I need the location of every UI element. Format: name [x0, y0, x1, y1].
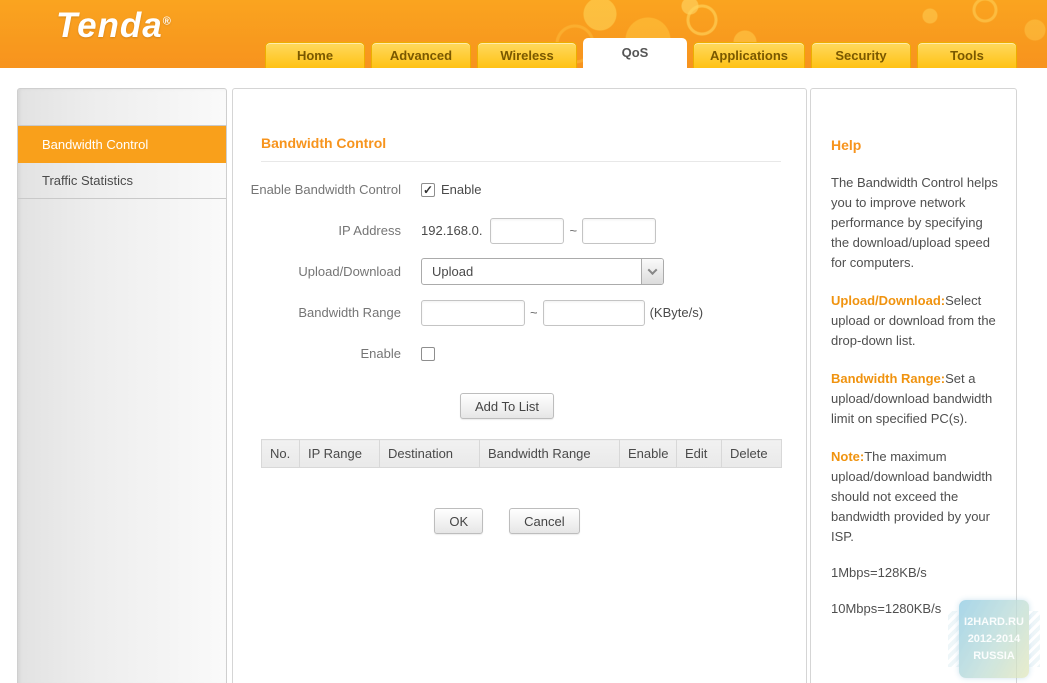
help-title: Help — [831, 135, 1000, 155]
rule-enable-label: Enable — [233, 346, 421, 361]
chevron-down-icon — [648, 265, 658, 275]
col-delete: Delete — [722, 440, 782, 468]
col-destination: Destination — [380, 440, 480, 468]
add-to-list-button[interactable]: Add To List — [460, 393, 554, 419]
ip-prefix-text: 192.168.0. — [421, 223, 482, 238]
tab-wireless[interactable]: Wireless — [477, 42, 577, 68]
add-to-list-row: Add To List — [233, 393, 781, 419]
help-upload-download-label: Upload/Download: — [831, 293, 945, 308]
chip-icon: I2HARD.RU 2012-2014 RUSSIA — [959, 600, 1029, 678]
help-panel: Help The Bandwidth Control helps you to … — [810, 88, 1017, 683]
main-panel: Bandwidth Control Enable Bandwidth Contr… — [232, 88, 807, 683]
rules-table: No. IP Range Destination Bandwidth Range… — [261, 439, 782, 468]
watermark-line-1: I2HARD.RU — [959, 614, 1029, 631]
bandwidth-range-row: Bandwidth Range ~ (KByte/s) — [233, 299, 806, 326]
col-enable: Enable — [620, 440, 677, 468]
bandwidth-range-tilde: ~ — [530, 305, 538, 320]
ip-address-row: IP Address 192.168.0. ~ — [233, 217, 806, 244]
help-bandwidth-range: Bandwidth Range:Set a upload/download ba… — [831, 369, 1000, 429]
ip-start-input[interactable] — [490, 218, 564, 244]
sidebar-spacer — [18, 89, 226, 126]
sidebar-item-traffic-statistics[interactable]: Traffic Statistics — [18, 163, 226, 199]
ip-end-input[interactable] — [582, 218, 656, 244]
title-divider — [261, 161, 781, 162]
watermark-line-3: RUSSIA — [959, 648, 1029, 665]
col-edit: Edit — [677, 440, 722, 468]
registered-mark-icon: ® — [163, 15, 172, 27]
header: Tenda® Home Advanced Wireless QoS Applic… — [0, 0, 1047, 68]
col-no: No. — [262, 440, 300, 468]
col-bandwidth-range: Bandwidth Range — [480, 440, 620, 468]
bandwidth-form: Enable Bandwidth Control ✓ Enable IP Add… — [233, 176, 806, 367]
tab-home[interactable]: Home — [265, 42, 365, 68]
nav-tabs: Home Advanced Wireless QoS Applications … — [265, 38, 1017, 68]
ok-button[interactable]: OK — [434, 508, 483, 534]
page-title: Bandwidth Control — [233, 89, 806, 151]
bandwidth-min-input[interactable] — [421, 300, 525, 326]
tenda-logo: Tenda® — [56, 6, 172, 46]
upload-download-label: Upload/Download — [233, 264, 421, 279]
tab-applications[interactable]: Applications — [693, 42, 805, 68]
enable-bandwidth-label: Enable Bandwidth Control — [233, 182, 421, 197]
router-admin-screen: Tenda® Home Advanced Wireless QoS Applic… — [0, 0, 1047, 683]
rule-enable-row: Enable — [233, 340, 806, 367]
rules-table-header-row: No. IP Range Destination Bandwidth Range… — [262, 440, 782, 468]
upload-download-selected-value: Upload — [422, 264, 473, 279]
tab-tools[interactable]: Tools — [917, 42, 1017, 68]
tab-security[interactable]: Security — [811, 42, 911, 68]
conversion-1mbps: 1Mbps=128KB/s — [831, 563, 1000, 583]
rule-enable-checkbox[interactable] — [421, 347, 435, 361]
help-bandwidth-range-label: Bandwidth Range: — [831, 371, 945, 386]
watermark-line-2: 2012-2014 — [959, 631, 1029, 648]
chip-pins-right-icon — [1029, 611, 1040, 667]
enable-checkbox-text: Enable — [441, 182, 481, 197]
watermark: I2HARD.RU 2012-2014 RUSSIA — [948, 600, 1040, 678]
enable-bandwidth-checkbox[interactable]: ✓ — [421, 183, 435, 197]
tab-advanced[interactable]: Advanced — [371, 42, 471, 68]
form-actions: OK Cancel — [233, 508, 781, 534]
upload-download-row: Upload/Download Upload — [233, 258, 806, 285]
enable-bandwidth-row: Enable Bandwidth Control ✓ Enable — [233, 176, 806, 203]
upload-download-select[interactable]: Upload — [421, 258, 664, 285]
sidebar-item-bandwidth-control[interactable]: Bandwidth Control — [18, 126, 226, 163]
help-intro-text: The Bandwidth Control helps you to impro… — [831, 175, 998, 270]
ip-address-label: IP Address — [233, 223, 421, 238]
help-upload-download: Upload/Download:Select upload or downloa… — [831, 291, 1000, 351]
select-arrow-button[interactable] — [641, 259, 663, 284]
bandwidth-max-input[interactable] — [543, 300, 645, 326]
bandwidth-unit-text: (KByte/s) — [650, 305, 703, 320]
sidebar: Bandwidth Control Traffic Statistics — [17, 88, 227, 683]
bandwidth-range-label: Bandwidth Range — [233, 305, 421, 320]
col-ip-range: IP Range — [300, 440, 380, 468]
help-intro: The Bandwidth Control helps you to impro… — [831, 173, 1000, 273]
chip-pins-left-icon — [948, 611, 959, 667]
tab-qos[interactable]: QoS — [583, 38, 687, 68]
help-note: Note:The maximum upload/download bandwid… — [831, 447, 1000, 547]
ip-range-tilde: ~ — [569, 223, 577, 238]
cancel-button[interactable]: Cancel — [509, 508, 579, 534]
logo-text: Tenda — [56, 6, 163, 45]
help-note-label: Note: — [831, 449, 864, 464]
